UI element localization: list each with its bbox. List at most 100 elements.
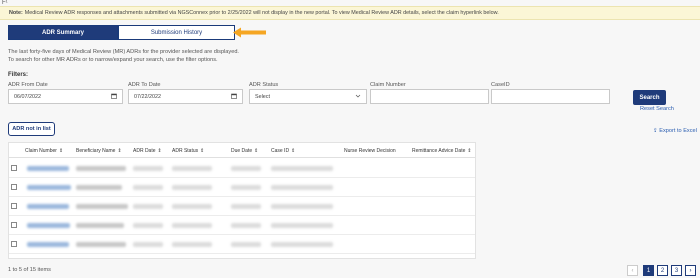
row-checkbox[interactable] [11,241,17,247]
claim-number-redacted[interactable] [27,242,69,247]
note-text: Medical Review ADR responses and attachm… [24,10,499,16]
redacted-cell [271,166,333,171]
redacted-cell [133,223,163,228]
adr-not-in-list-button[interactable]: ADR not in list [8,122,55,136]
column-header[interactable]: Claim Number ⇕ [25,148,63,154]
redacted-cell [133,166,163,171]
redacted-cell [172,166,212,171]
description: The last forty-five days of Medical Revi… [8,48,239,64]
column-header[interactable]: ADR Date ⇕ [133,148,162,154]
adr-to-value: 07/22/2022 [134,94,161,100]
pagination-summary: 1 to 5 of 15 items [8,267,51,273]
redacted-cell [76,223,124,228]
column-header[interactable]: Remittance Advice Date ⇕ [412,148,472,154]
export-to-excel-link[interactable]: ⇪ Export to Excel [653,128,697,134]
redacted-cell [172,204,212,209]
redacted-cell [231,185,261,190]
column-header[interactable]: Beneficiary Name ⇕ [76,148,122,154]
sort-icon[interactable]: ⇕ [158,148,162,154]
redacted-cell [271,204,333,209]
claim-number-label: Claim Number [370,82,406,88]
column-header-label: Remittance Advice Date [412,148,466,154]
redacted-cell [231,242,261,247]
column-header-label: Claim Number [25,148,57,154]
row-checkbox[interactable] [11,184,17,190]
calendar-icon[interactable] [111,93,117,101]
column-header-label: Case ID [271,148,290,154]
column-header-label: ADR Status [172,148,199,154]
sort-icon[interactable]: ⇕ [117,148,121,154]
claim-number-redacted[interactable] [27,223,70,228]
export-icon: ⇪ [653,128,658,134]
sort-icon[interactable]: ⇕ [254,148,258,154]
table-row [9,159,475,178]
pagination-prev-button[interactable]: ‹ [627,265,638,276]
redacted-cell [172,223,212,228]
tab-adr-summary[interactable]: ADR Summary [8,25,118,40]
adr-from-date-input[interactable]: 06/07/2022 [8,89,123,104]
pagination-page-3[interactable]: 3 [671,265,682,276]
redacted-cell [76,166,126,171]
note-banner: Note: Medical Review ADR responses and at… [0,6,700,20]
redacted-cell [231,166,261,171]
column-header: Nurse Review Decision [344,148,396,154]
sort-icon[interactable]: ⇕ [59,148,63,154]
redacted-cell [231,204,261,209]
tab-submission-history[interactable]: Submission History [118,25,235,40]
redacted-cell [76,185,122,190]
table-row [9,178,475,197]
adr-from-label: ADR From Date [8,82,48,88]
adr-to-label: ADR To Date [128,82,161,88]
pagination-page-2[interactable]: 2 [657,265,668,276]
adr-status-label: ADR Status [249,82,279,88]
column-header[interactable]: ADR Status ⇕ [172,148,204,154]
adr-table: Claim Number ⇕ Beneficiary Name ⇕ ADR Date… [8,142,476,259]
column-header-label: Beneficiary Name [76,148,116,154]
tab-bar: ADR Summary Submission History [8,25,235,40]
redacted-cell [172,242,212,247]
redacted-cell [172,185,212,190]
adr-to-date-input[interactable]: 07/22/2022 [128,89,243,104]
table-row [9,197,475,216]
row-checkbox[interactable] [11,203,17,209]
calendar-icon[interactable] [231,93,237,101]
redacted-cell [271,185,333,190]
redacted-cell [133,242,163,247]
redacted-cell [271,223,333,228]
redacted-cell [231,223,261,228]
column-header-label: Due Date [231,148,253,154]
column-header[interactable]: Case ID ⇕ [271,148,295,154]
column-header-label: Nurse Review Decision [344,148,396,154]
claim-number-redacted[interactable] [27,204,69,209]
row-checkbox[interactable] [11,165,17,171]
note-label: Note: [9,10,23,16]
adr-status-value: Select [255,94,270,100]
arrow-callout-icon [233,27,266,38]
adr-from-value: 06/07/2022 [14,94,41,100]
redacted-cell [76,204,128,209]
redacted-cell [133,204,163,209]
column-header-label: ADR Date [133,148,156,154]
table-row [9,216,475,235]
redacted-cell [76,242,126,247]
adr-status-select[interactable]: Select [249,89,367,104]
case-id-input[interactable] [491,89,610,104]
pagination-page-1[interactable]: 1 [643,265,654,276]
claim-number-redacted[interactable] [27,185,71,190]
claim-number-redacted[interactable] [27,166,69,171]
sort-icon[interactable]: ⇕ [291,148,295,154]
row-checkbox[interactable] [11,222,17,228]
column-header[interactable]: Due Date ⇕ [231,148,258,154]
sort-icon[interactable]: ⇕ [200,148,204,154]
case-id-label: CaseID [491,82,510,88]
reset-search-link[interactable]: Reset Search [640,106,674,112]
claim-number-input[interactable] [370,89,489,104]
table-row [9,235,475,254]
redacted-cell [271,242,333,247]
sort-icon[interactable]: ⇕ [467,148,471,154]
search-button[interactable]: Search [633,90,666,105]
filters-heading: Filters: [8,72,29,78]
table-header: Claim Number ⇕ Beneficiary Name ⇕ ADR Date… [9,143,475,158]
pagination-next-button[interactable]: › [685,265,696,276]
description-line: The last forty-five days of Medical Revi… [8,49,239,55]
